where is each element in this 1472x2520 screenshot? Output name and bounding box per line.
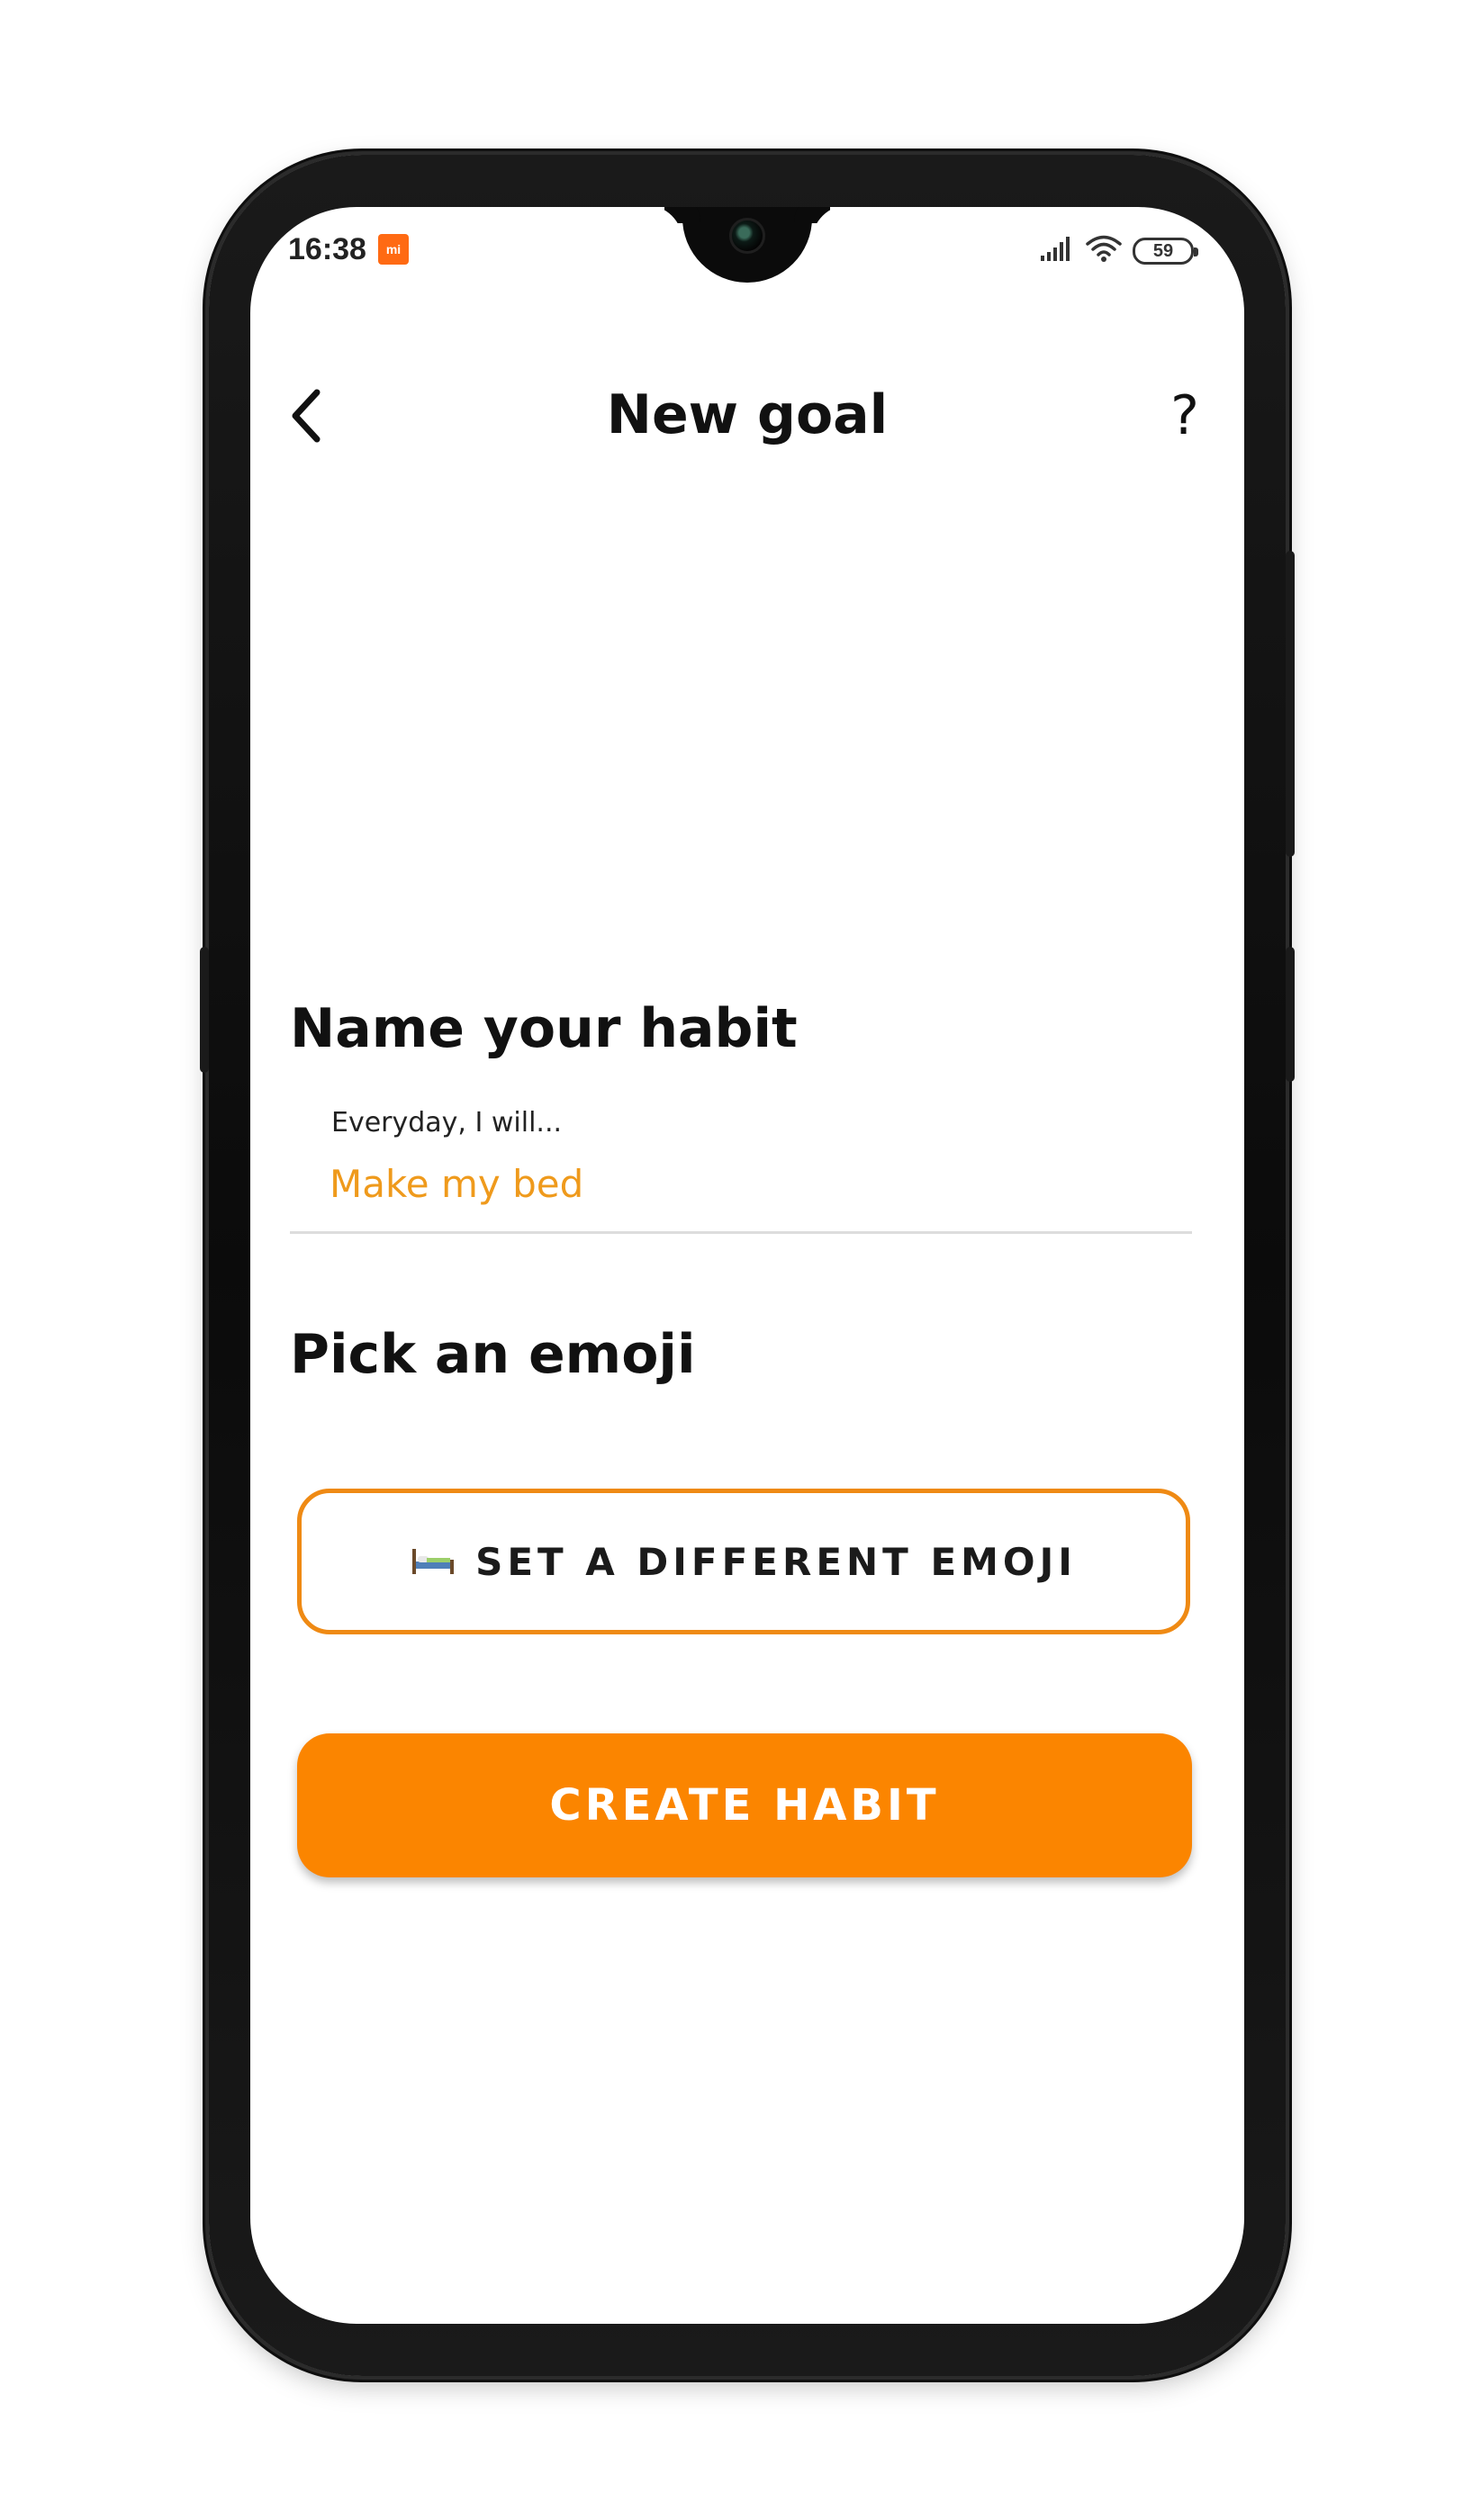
- pick-emoji-heading: Pick an emoji: [290, 1323, 696, 1386]
- create-habit-button[interactable]: CREATE HABIT: [297, 1733, 1192, 1877]
- mi-app-icon: mi: [378, 234, 409, 265]
- set-emoji-button[interactable]: SET A DIFFERENT EMOJI: [297, 1489, 1190, 1634]
- status-time: 16:38: [288, 232, 366, 266]
- back-button[interactable]: [270, 382, 342, 454]
- phone-screen: 16:38 mi 59 New goal ? Name your habit E…: [250, 207, 1244, 2324]
- create-habit-label: CREATE HABIT: [549, 1780, 940, 1831]
- habit-field-label: Everyday, I will...: [331, 1107, 563, 1138]
- help-button[interactable]: ?: [1149, 380, 1221, 452]
- signal-bars-icon: [1041, 236, 1075, 266]
- name-habit-heading: Name your habit: [290, 997, 798, 1060]
- habit-name-input[interactable]: [330, 1152, 1176, 1215]
- battery-indicator: 59: [1133, 237, 1198, 265]
- canvas: 16:38 mi 59 New goal ? Name your habit E…: [0, 0, 1472, 2520]
- phone-side-button: [200, 947, 209, 1073]
- phone-volume-button: [1286, 551, 1295, 857]
- phone-power-button: [1286, 947, 1295, 1082]
- wifi-icon: [1086, 234, 1122, 267]
- bed-icon: [411, 1542, 456, 1582]
- status-icons: 59: [1041, 234, 1198, 267]
- set-emoji-label: SET A DIFFERENT EMOJI: [475, 1539, 1077, 1584]
- page-title: New goal: [606, 383, 889, 446]
- phone-frame: 16:38 mi 59 New goal ? Name your habit E…: [200, 155, 1295, 2376]
- app-header: New goal ?: [250, 369, 1244, 468]
- status-bar: 16:38 mi 59: [250, 207, 1244, 297]
- input-underline: [290, 1231, 1192, 1234]
- chevron-left-icon: [286, 387, 326, 449]
